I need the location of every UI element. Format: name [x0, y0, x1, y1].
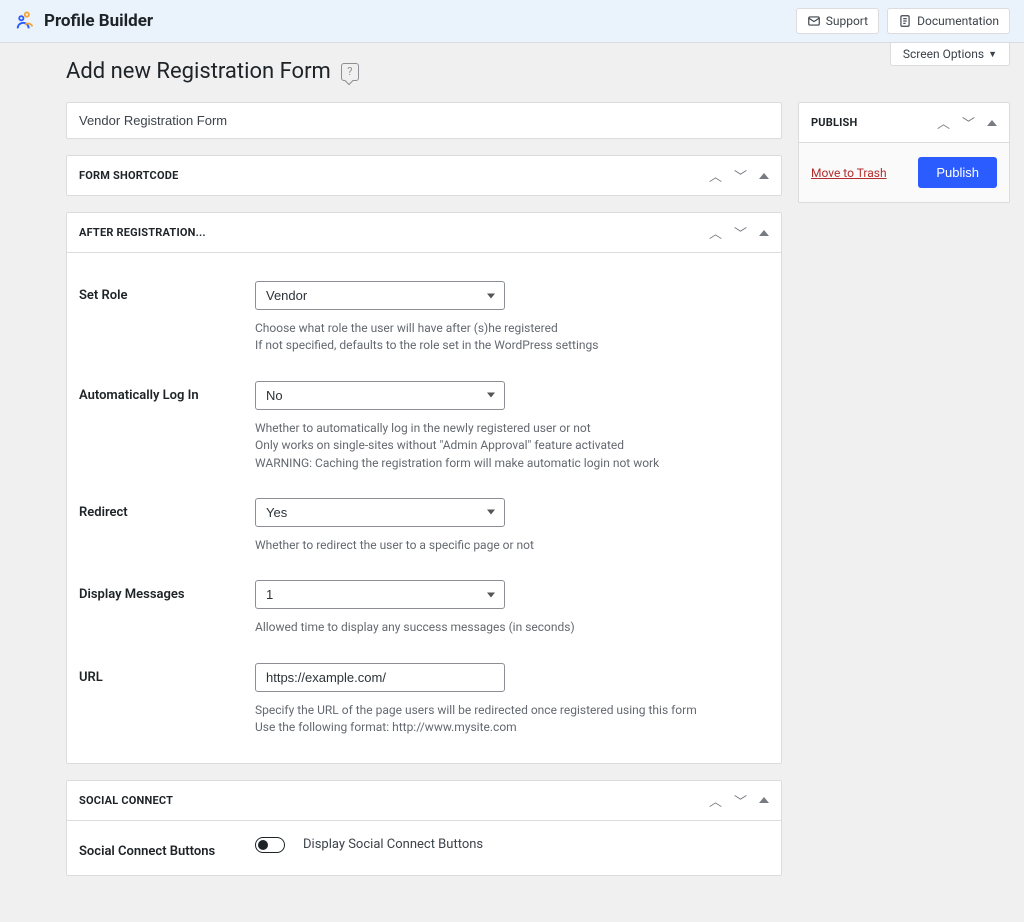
brand-logo-icon — [14, 10, 36, 32]
auto-login-select[interactable]: No — [255, 381, 505, 410]
page-header: Add new Registration Form ? — [14, 43, 1010, 102]
top-links: Support Documentation — [796, 8, 1010, 34]
documentation-label: Documentation — [917, 14, 999, 28]
publish-title: PUBLISH — [811, 116, 857, 129]
set-role-desc-2: If not specified, defaults to the role s… — [255, 337, 769, 354]
social-buttons-text: Display Social Connect Buttons — [303, 837, 483, 852]
redirect-label: Redirect — [79, 498, 255, 554]
form-shortcode-title: FORM SHORTCODE — [79, 169, 178, 182]
form-shortcode-panel: FORM SHORTCODE ︿ ﹀ — [66, 155, 782, 196]
mail-icon — [807, 14, 821, 28]
move-to-trash-link[interactable]: Move to Trash — [811, 166, 887, 180]
chevron-down-icon[interactable]: ﹀ — [734, 223, 747, 242]
redirect-field: Redirect Yes Whether to redirect the use… — [79, 498, 769, 554]
redirect-desc-1: Whether to redirect the user to a specif… — [255, 537, 769, 554]
chevron-up-icon[interactable]: ︿ — [937, 113, 950, 132]
brand-name: Profile Builder — [44, 11, 153, 31]
display-messages-desc-1: Allowed time to display any success mess… — [255, 619, 769, 636]
display-messages-select[interactable]: 1 — [255, 580, 505, 609]
url-label: URL — [79, 663, 255, 737]
auto-login-desc-2: Only works on single-sites without "Admi… — [255, 437, 769, 454]
chevron-up-icon[interactable]: ︿ — [709, 791, 722, 810]
chevron-down-icon: ▼ — [988, 49, 997, 60]
set-role-desc-1: Choose what role the user will have afte… — [255, 320, 769, 337]
triangle-up-icon[interactable] — [759, 173, 769, 179]
url-input[interactable] — [255, 663, 505, 692]
after-registration-panel: AFTER REGISTRATION... ︿ ﹀ Set Role V — [66, 212, 782, 764]
triangle-up-icon[interactable] — [987, 120, 997, 126]
brand: Profile Builder — [14, 10, 153, 32]
url-field: URL Specify the URL of the page users wi… — [79, 663, 769, 737]
social-buttons-toggle[interactable] — [255, 837, 285, 853]
after-registration-title: AFTER REGISTRATION... — [79, 226, 206, 239]
publish-button[interactable]: Publish — [918, 157, 997, 188]
help-icon[interactable]: ? — [341, 63, 359, 81]
form-title-input[interactable] — [67, 103, 781, 138]
redirect-select[interactable]: Yes — [255, 498, 505, 527]
support-label: Support — [826, 14, 868, 28]
set-role-field: Set Role Vendor Choose what role the use… — [79, 281, 769, 355]
document-icon — [898, 14, 912, 28]
screen-options-label: Screen Options — [903, 47, 984, 61]
url-desc-1: Specify the URL of the page users will b… — [255, 702, 769, 719]
title-box — [66, 102, 782, 139]
chevron-down-icon[interactable]: ﹀ — [734, 791, 747, 810]
publish-panel: PUBLISH ︿ ﹀ Move to Trash Publish — [798, 102, 1010, 203]
set-role-label: Set Role — [79, 281, 255, 355]
chevron-up-icon[interactable]: ︿ — [709, 223, 722, 242]
auto-login-field: Automatically Log In No Whether to autom… — [79, 381, 769, 472]
social-connect-panel: SOCIAL CONNECT ︿ ﹀ Social Connect Button… — [66, 780, 782, 876]
screen-options-toggle[interactable]: Screen Options ▼ — [890, 43, 1010, 66]
chevron-down-icon[interactable]: ﹀ — [962, 113, 975, 132]
triangle-up-icon[interactable] — [759, 230, 769, 236]
set-role-select[interactable]: Vendor — [255, 281, 505, 310]
display-messages-field: Display Messages 1 Allowed time to displ… — [79, 580, 769, 636]
documentation-button[interactable]: Documentation — [887, 8, 1010, 34]
display-messages-label: Display Messages — [79, 580, 255, 636]
chevron-down-icon[interactable]: ﹀ — [734, 166, 747, 185]
support-button[interactable]: Support — [796, 8, 879, 34]
auto-login-desc-1: Whether to automatically log in the newl… — [255, 420, 769, 437]
social-buttons-label: Social Connect Buttons — [79, 837, 255, 859]
url-desc-2: Use the following format: http://www.mys… — [255, 719, 769, 736]
auto-login-desc-3: WARNING: Caching the registration form w… — [255, 455, 769, 472]
page-title: Add new Registration Form — [66, 59, 331, 84]
top-bar: Profile Builder Support Documentation — [0, 0, 1024, 43]
auto-login-label: Automatically Log In — [79, 381, 255, 472]
triangle-up-icon[interactable] — [759, 797, 769, 803]
social-connect-title: SOCIAL CONNECT — [79, 794, 173, 807]
chevron-up-icon[interactable]: ︿ — [709, 166, 722, 185]
